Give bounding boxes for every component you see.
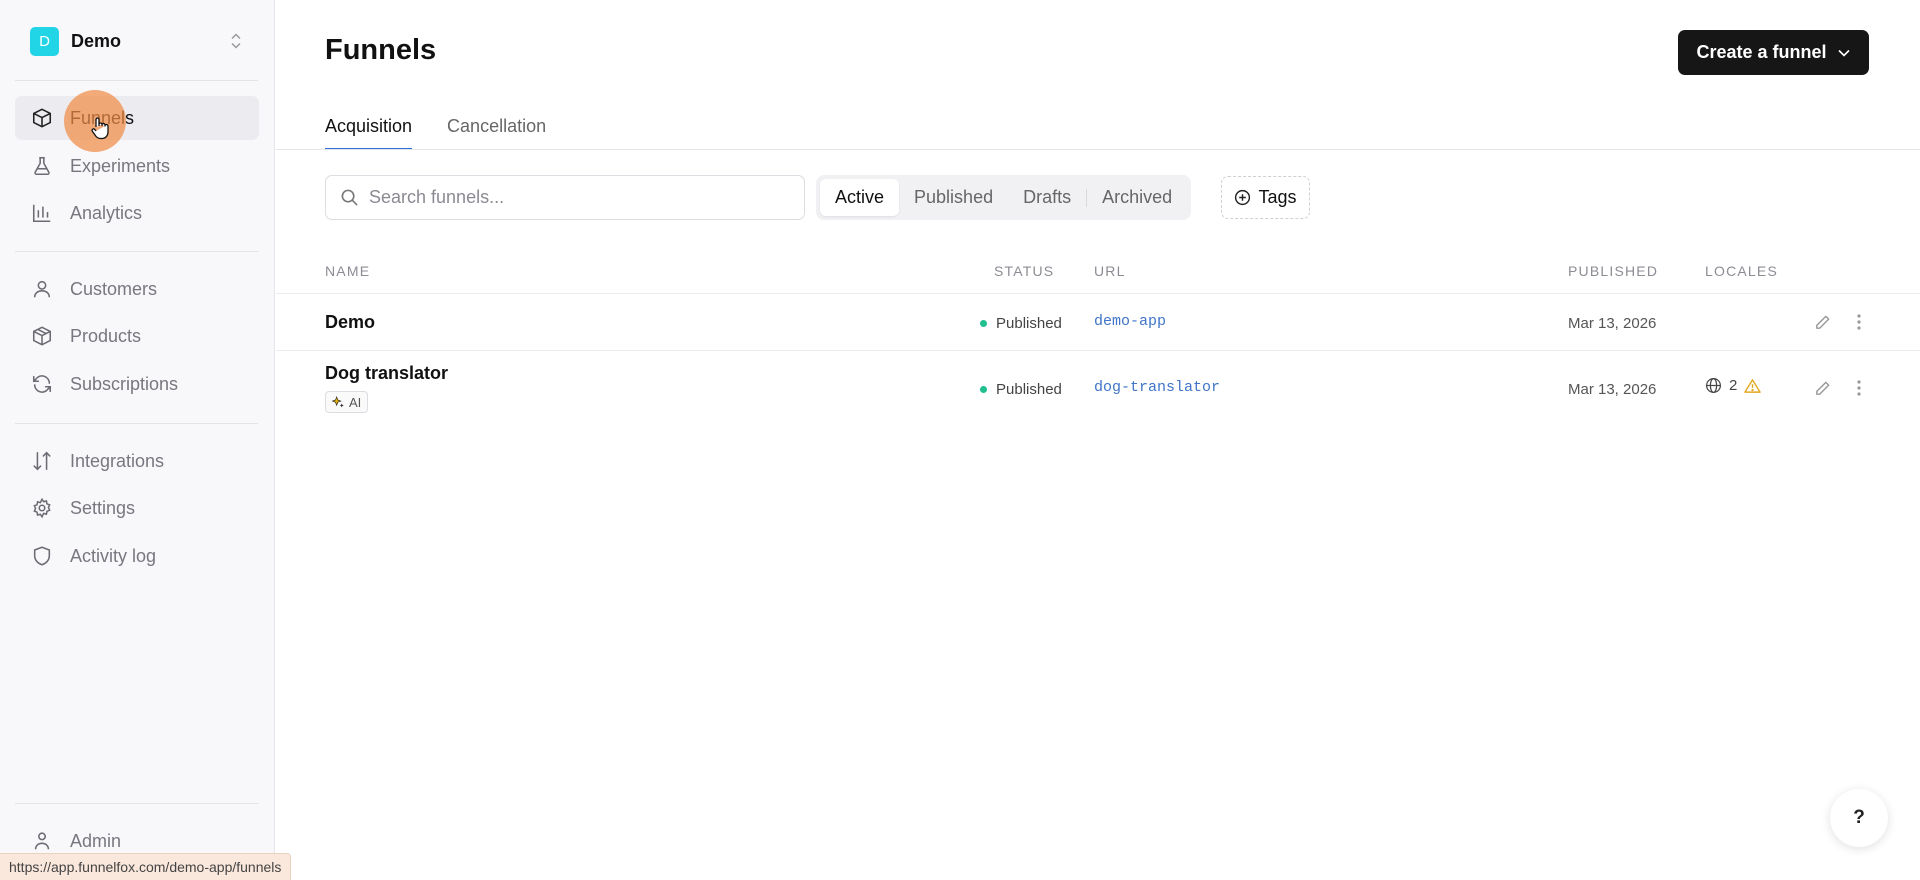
pencil-icon[interactable] [1811, 311, 1833, 333]
filter-active[interactable]: Active [820, 179, 900, 216]
chevron-down-icon [1837, 49, 1850, 57]
shield-icon [30, 544, 54, 568]
sidebar-item-label: Customers [70, 278, 158, 299]
tags-label: Tags [1258, 187, 1297, 207]
sidebar-divider [15, 803, 258, 804]
column-header-published: PUBLISHED [1568, 263, 1659, 279]
status-badge: Published [980, 381, 1062, 398]
filter-published[interactable]: Published [899, 179, 1008, 216]
user-icon [30, 277, 54, 301]
search-box[interactable] [325, 175, 805, 220]
status-dot [980, 386, 987, 393]
funnel-name[interactable]: Demo [325, 312, 375, 333]
sidebar-item-customers[interactable]: Customers [15, 267, 259, 311]
filter-drafts[interactable]: Drafts [1008, 179, 1086, 216]
ai-badge: AI [325, 391, 369, 413]
workspace-name: Demo [71, 30, 122, 51]
locales-count: 2 [1729, 377, 1738, 394]
column-header-status: STATUS [994, 263, 1055, 279]
column-header-locales: LOCALES [1705, 263, 1778, 279]
sidebar-item-integrations[interactable]: Integrations [15, 439, 259, 483]
sidebar-item-label: Analytics [70, 202, 143, 223]
sidebar-divider [15, 80, 258, 81]
sidebar-item-label: Integrations [70, 450, 165, 471]
create-funnel-button[interactable]: Create a funnel [1678, 30, 1869, 75]
arrows-updown-icon [30, 449, 54, 473]
main-content: Funnels Create a funnel Acquisition Canc… [276, 0, 1920, 880]
more-vertical-icon[interactable] [1848, 377, 1870, 399]
workspace-switcher[interactable]: D Demo [30, 26, 244, 56]
sidebar-item-funnels[interactable]: Funnels [15, 96, 259, 140]
gear-icon [30, 496, 54, 520]
box-icon [30, 106, 54, 130]
sidebar-item-label: Experiments [70, 155, 171, 176]
funnel-url[interactable]: dog-translator [1094, 379, 1220, 396]
admin-icon [30, 829, 54, 853]
status-filter: Active Published Drafts Archived [816, 175, 1192, 220]
sparkle-icon [332, 395, 344, 408]
tab-acquisition[interactable]: Acquisition [325, 105, 413, 150]
search-icon [341, 189, 358, 206]
sidebar-item-label: Activity log [70, 545, 157, 566]
create-funnel-label: Create a funnel [1696, 42, 1827, 62]
sidebar-item-analytics[interactable]: Analytics [15, 191, 259, 235]
sidebar: D Demo Funnels Experiments Analytics Cus… [0, 0, 275, 880]
package-icon [30, 324, 54, 348]
sidebar-item-label: Admin [70, 830, 122, 851]
status-bar-url: https://app.funnelfox.com/demo-app/funne… [0, 853, 292, 880]
status-text: Published [996, 315, 1062, 332]
sidebar-item-label: Products [70, 325, 142, 346]
row-divider [276, 350, 1920, 351]
sidebar-item-label: Settings [70, 497, 136, 518]
bar-chart-icon [30, 201, 54, 225]
sidebar-item-label: Subscriptions [70, 373, 179, 394]
ai-badge-label: AI [349, 394, 362, 410]
status-dot [980, 320, 987, 327]
sidebar-item-products[interactable]: Products [15, 314, 259, 358]
tags-filter-button[interactable]: Tags [1221, 176, 1310, 219]
funnel-name[interactable]: Dog translator [325, 363, 448, 384]
sidebar-divider [15, 251, 258, 252]
search-input[interactable] [369, 187, 789, 208]
published-date: Mar 13, 2026 [1568, 315, 1657, 332]
page-title: Funnels [325, 34, 437, 66]
column-header-url: URL [1094, 263, 1126, 279]
funnel-url[interactable]: demo-app [1094, 313, 1166, 330]
sidebar-item-settings[interactable]: Settings [15, 486, 259, 530]
plus-circle-icon [1235, 189, 1251, 206]
warning-icon [1744, 378, 1762, 393]
more-vertical-icon[interactable] [1848, 311, 1870, 333]
sidebar-item-activity-log[interactable]: Activity log [15, 534, 259, 578]
sidebar-item-subscriptions[interactable]: Subscriptions [15, 362, 259, 406]
help-button[interactable]: ? [1830, 789, 1888, 847]
filter-archived[interactable]: Archived [1087, 179, 1187, 216]
flask-icon [30, 154, 54, 178]
status-badge: Published [980, 315, 1062, 332]
sidebar-divider [15, 423, 258, 424]
status-text: Published [996, 381, 1062, 398]
funnel-type-tabs: Acquisition Cancellation [325, 105, 546, 150]
refresh-icon [30, 372, 54, 396]
workspace-avatar: D [30, 26, 59, 56]
tabs-divider [276, 149, 1920, 150]
tab-cancellation[interactable]: Cancellation [447, 105, 546, 150]
chevron-updown-icon [228, 30, 244, 52]
hand-cursor-icon [91, 117, 109, 140]
pencil-icon[interactable] [1811, 377, 1833, 399]
column-header-name: NAME [325, 263, 371, 279]
table-header-divider [276, 293, 1920, 294]
sidebar-item-experiments[interactable]: Experiments [15, 144, 259, 188]
globe-icon [1705, 377, 1722, 394]
locales-indicator[interactable]: 2 [1705, 377, 1762, 394]
published-date: Mar 13, 2026 [1568, 381, 1657, 398]
